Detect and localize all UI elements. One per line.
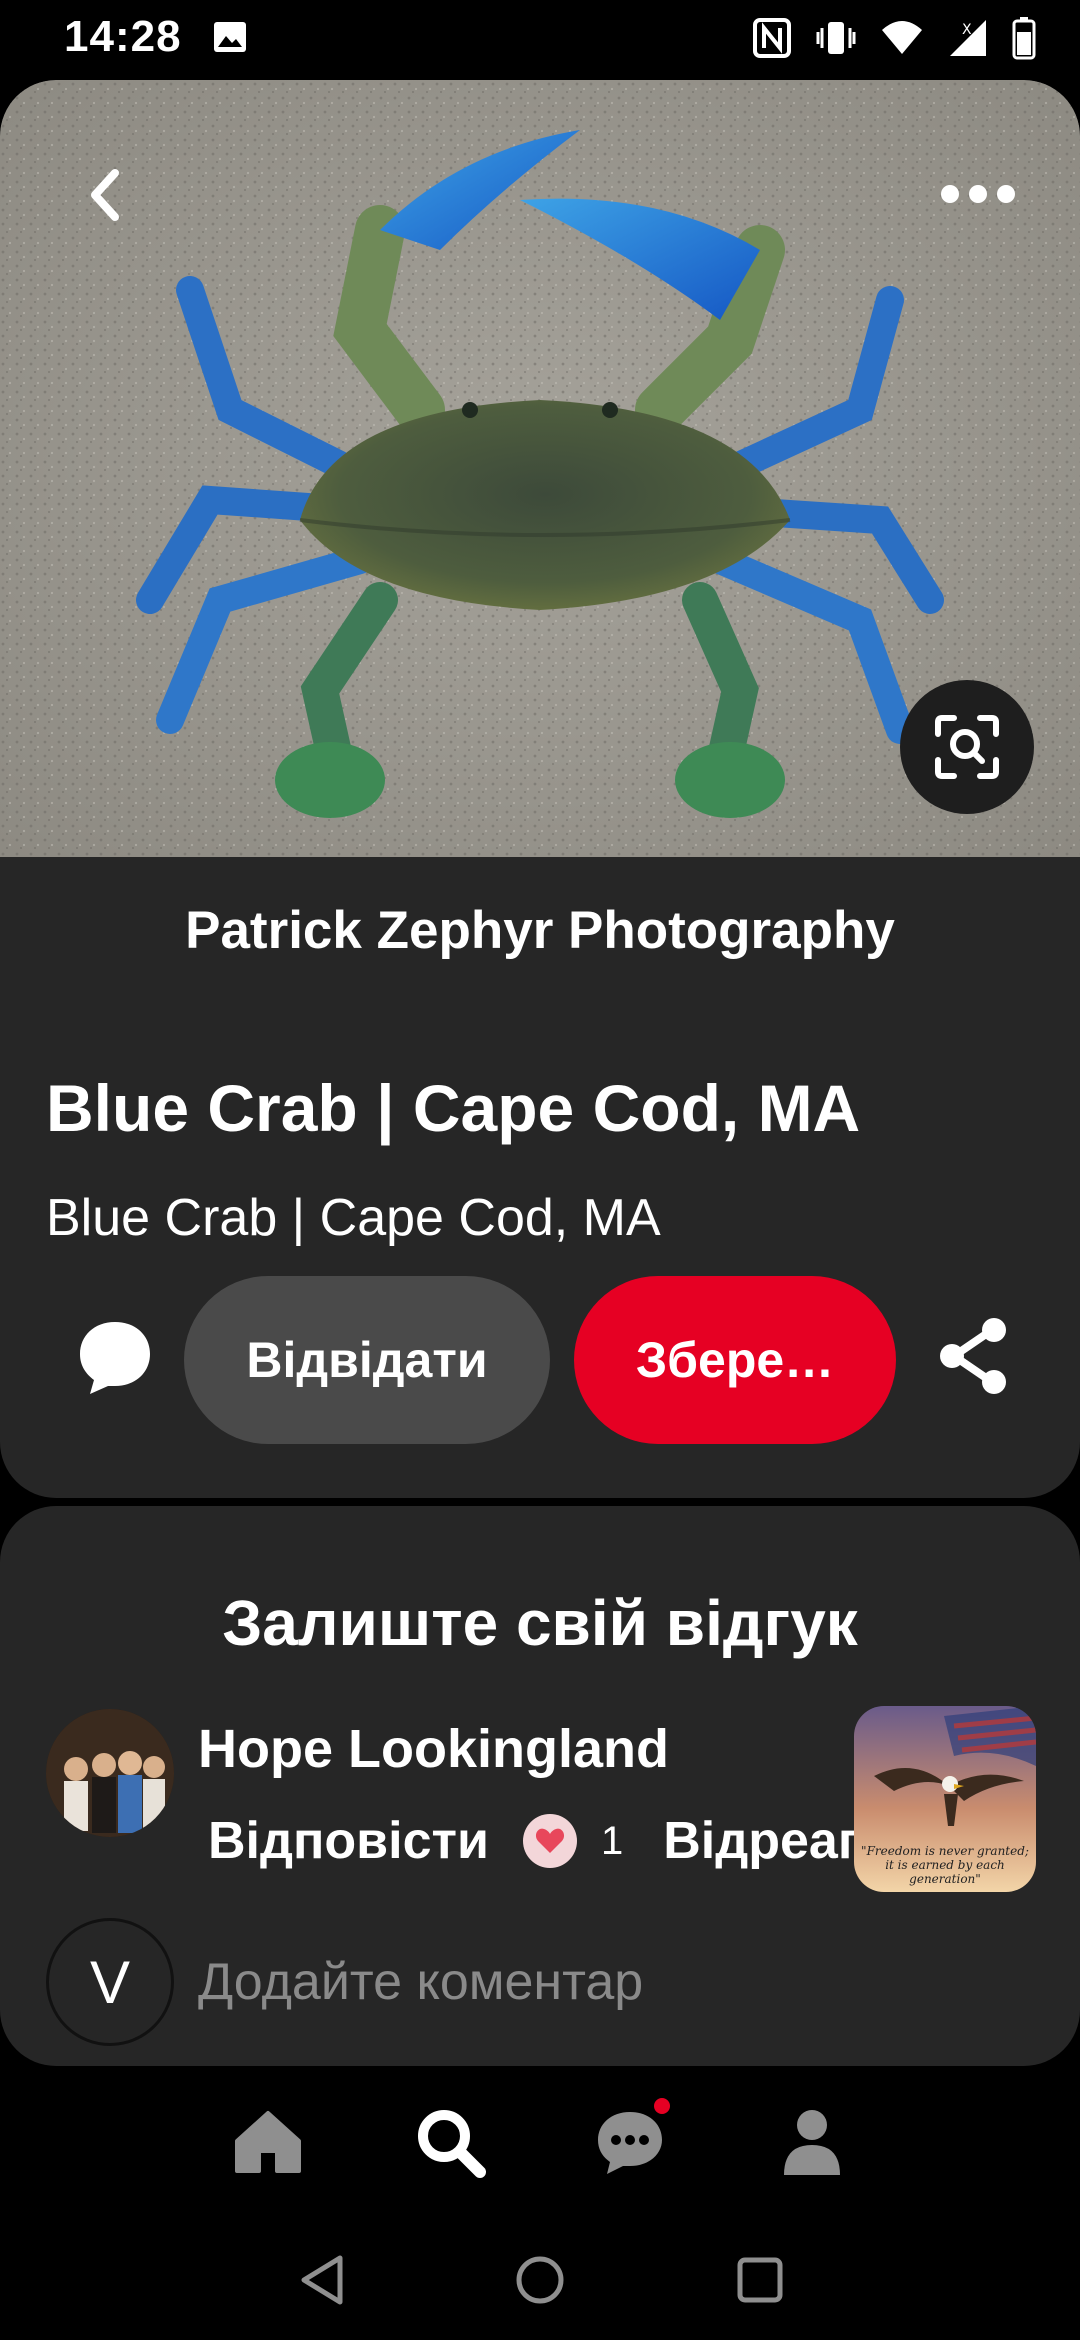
share-button[interactable]: [936, 1316, 1012, 1396]
wifi-icon: [880, 16, 924, 60]
reaction-count: 1: [600, 1818, 624, 1863]
signal-icon: X: [948, 16, 988, 60]
avatar[interactable]: [46, 1709, 174, 1837]
svg-text:X: X: [962, 22, 972, 38]
nav-messages[interactable]: [590, 2098, 670, 2182]
system-navigation: [0, 2220, 1080, 2340]
pin-card: Patrick Zephyr Photography Blue Crab | C…: [0, 80, 1080, 1498]
system-back-button[interactable]: [292, 2250, 352, 2310]
vibrate-icon: [816, 16, 856, 60]
battery-icon: [1012, 16, 1036, 60]
source-name[interactable]: Patrick Zephyr Photography: [0, 900, 1080, 961]
profile-icon: [784, 2110, 840, 2175]
nav-profile[interactable]: [772, 2102, 852, 2182]
pin-description: Blue Crab | Cape Cod, MA: [46, 1189, 661, 1247]
ellipsis-icon: [941, 185, 1015, 203]
bottom-navigation: [0, 2068, 1080, 2218]
notification-dot: [654, 2098, 670, 2114]
status-bar: 14:28 X: [0, 0, 1080, 78]
add-comment-input[interactable]: Додайте коментар: [198, 1952, 643, 2012]
circle-home-icon: [516, 2256, 564, 2304]
pin-image[interactable]: [0, 80, 1080, 857]
comments-heading: Залиште свій відгук: [222, 1587, 858, 1659]
gallery-icon: [212, 20, 248, 54]
action-row: Відвідати Збере…: [0, 1276, 1080, 1446]
comment-attached-image[interactable]: "Freedom is never granted; it is earned …: [854, 1706, 1036, 1892]
system-recents-button[interactable]: [730, 2250, 790, 2310]
home-icon: [235, 2111, 301, 2173]
nfc-icon: [752, 16, 792, 60]
save-button[interactable]: Збере…: [574, 1276, 896, 1444]
back-button[interactable]: [70, 160, 140, 230]
comment-image-caption: "Freedom is never granted; it is earned …: [861, 1844, 1029, 1886]
chevron-left-icon: [91, 169, 119, 221]
search-icon: [418, 2110, 486, 2178]
comments-card: Залиште свій відгук Hope Lookingland Від…: [0, 1506, 1080, 2066]
heart-icon[interactable]: [522, 1814, 577, 1868]
pin-detail-screen: 14:28 X Patrick Zephyr Photography Blue …: [0, 0, 1080, 2340]
nav-home[interactable]: [228, 2102, 308, 2182]
square-recents-icon: [737, 2257, 783, 2303]
system-home-button[interactable]: [510, 2250, 570, 2310]
lens-search-icon: [935, 715, 999, 779]
share-icon: [940, 1318, 1006, 1394]
reply-button[interactable]: Відповісти: [208, 1811, 489, 1871]
messages-icon: [598, 2112, 662, 2174]
pin-title: Blue Crab | Cape Cod, MA: [46, 1071, 861, 1145]
visit-button[interactable]: Відвідати: [184, 1276, 550, 1444]
visual-search-button[interactable]: [900, 680, 1034, 814]
triangle-back-icon: [301, 2255, 343, 2305]
comment-button[interactable]: [72, 1314, 158, 1400]
my-avatar[interactable]: V: [46, 1918, 174, 2046]
speech-bubble-icon: [80, 1322, 150, 1394]
status-time: 14:28: [64, 12, 182, 61]
more-options-button[interactable]: [936, 164, 1020, 224]
nav-search[interactable]: [410, 2102, 490, 2182]
comment-author[interactable]: Hope Lookingland: [198, 1718, 669, 1780]
status-icons: X: [752, 16, 1036, 60]
